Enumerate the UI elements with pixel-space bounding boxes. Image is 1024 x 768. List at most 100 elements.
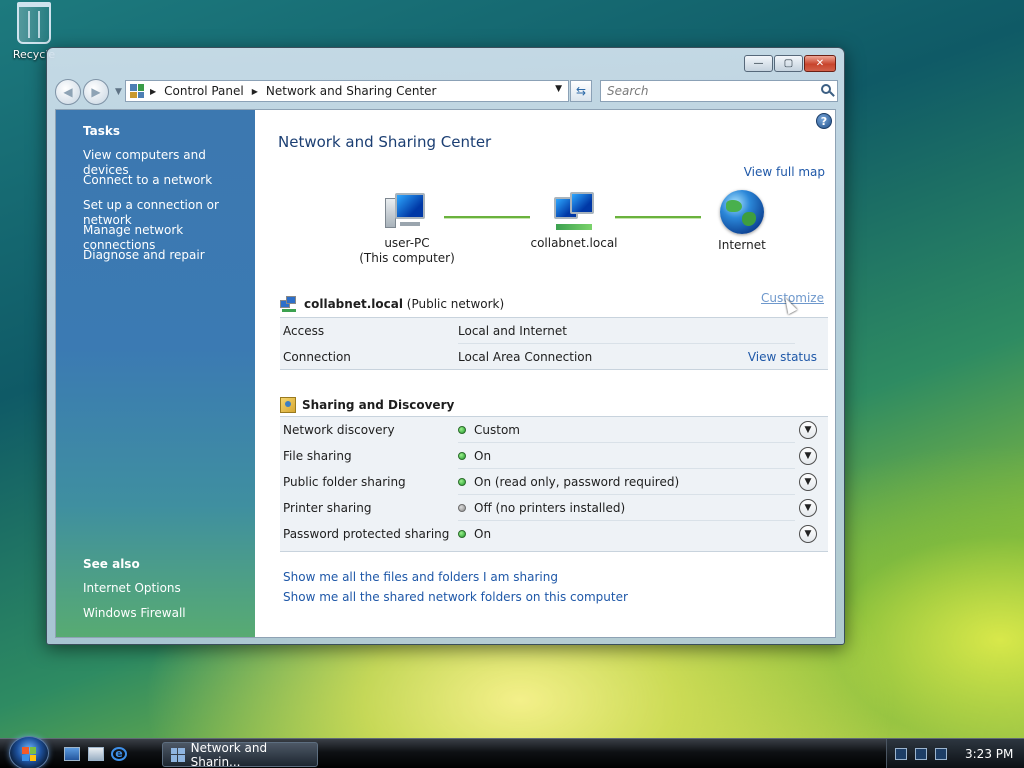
view-status-link[interactable]: View status bbox=[748, 344, 817, 370]
sidebar: Tasks View computers and devices Connect… bbox=[56, 110, 255, 637]
network-type: (Public network) bbox=[406, 297, 505, 311]
address-bar[interactable]: ▶ Control Panel ▶ Network and Sharing Ce… bbox=[125, 80, 569, 102]
sharing-row-printer: Printer sharing Off (no printers install… bbox=[280, 495, 828, 521]
network-row-connection: Connection Local Area Connection View st… bbox=[280, 344, 828, 370]
refresh-button[interactable]: ⇆ bbox=[570, 80, 592, 102]
globe-icon bbox=[720, 190, 764, 234]
recent-pages-dropdown-icon[interactable]: ▼ bbox=[115, 87, 122, 97]
status-off-icon bbox=[458, 504, 466, 512]
clock[interactable]: 3:23 PM bbox=[965, 747, 1013, 761]
status-on-icon bbox=[458, 426, 466, 434]
minimize-button[interactable]: — bbox=[744, 55, 773, 72]
control-panel-icon bbox=[130, 84, 144, 98]
status-on-icon bbox=[458, 530, 466, 538]
show-shared-folders-link[interactable]: Show me all the shared network folders o… bbox=[283, 590, 628, 604]
start-button[interactable] bbox=[9, 736, 49, 768]
network-name: collabnet.local bbox=[304, 297, 403, 311]
sharing-section-header: Sharing and Discovery bbox=[280, 397, 454, 413]
row-value-text: On (read only, password required) bbox=[474, 475, 680, 489]
status-on-icon bbox=[458, 478, 466, 486]
sharing-icon bbox=[280, 397, 296, 413]
main-panel: ? Network and Sharing Center View full m… bbox=[255, 110, 835, 637]
back-button[interactable]: ◀ bbox=[55, 79, 81, 105]
row-value-text: Off (no printers installed) bbox=[474, 501, 626, 515]
address-dropdown-icon[interactable]: ▼ bbox=[555, 84, 562, 94]
row-value-text: On bbox=[474, 449, 492, 463]
see-also-internet-options[interactable]: Internet Options bbox=[83, 581, 186, 606]
view-full-map-link[interactable]: View full map bbox=[744, 165, 825, 179]
row-value: Off (no printers installed) bbox=[458, 495, 625, 521]
pc-name-label: user-PC bbox=[384, 236, 430, 250]
security-tray-icon[interactable] bbox=[915, 748, 927, 760]
breadcrumb-network-sharing[interactable]: Network and Sharing Center bbox=[266, 84, 437, 98]
map-node-internet[interactable]: Internet bbox=[711, 190, 773, 253]
page-title: Network and Sharing Center bbox=[278, 133, 492, 151]
map-node-this-computer[interactable]: user-PC (This computer) bbox=[358, 192, 456, 266]
expand-chevron-button[interactable]: ▼ bbox=[799, 421, 817, 439]
tasks-heading: Tasks bbox=[83, 124, 121, 138]
show-desktop-icon[interactable] bbox=[64, 747, 80, 761]
row-key: Printer sharing bbox=[283, 501, 372, 515]
status-on-icon bbox=[458, 452, 466, 460]
maximize-button[interactable]: ▢ bbox=[774, 55, 803, 72]
row-key: Public folder sharing bbox=[283, 475, 406, 489]
breadcrumb-separator-icon[interactable]: ▶ bbox=[150, 87, 156, 96]
expand-chevron-button[interactable]: ▼ bbox=[799, 473, 817, 491]
expand-chevron-button[interactable]: ▼ bbox=[799, 447, 817, 465]
row-value-text: Custom bbox=[474, 423, 520, 437]
navigation-bar: ◀ ▶ ▼ ▶ Control Panel ▶ Network and Shar… bbox=[55, 79, 838, 105]
sharing-row-public-folder: Public folder sharing On (read only, pas… bbox=[280, 469, 828, 495]
caption-buttons: — ▢ ✕ bbox=[744, 55, 836, 72]
windows-logo-icon bbox=[22, 747, 36, 761]
search-placeholder: Search bbox=[607, 84, 649, 98]
task-view-computers[interactable]: View computers and devices bbox=[83, 148, 255, 177]
pc-sub-label: (This computer) bbox=[359, 251, 455, 265]
task-setup-connection[interactable]: Set up a connection or network bbox=[83, 198, 255, 227]
map-node-network[interactable]: collabnet.local bbox=[528, 192, 620, 251]
network-section-header: collabnet.local (Public network) bbox=[280, 296, 504, 312]
network-name-label: collabnet.local bbox=[530, 236, 618, 250]
volume-icon[interactable] bbox=[935, 748, 947, 760]
search-input[interactable]: Search bbox=[600, 80, 838, 102]
close-button[interactable]: ✕ bbox=[804, 55, 836, 72]
task-diagnose-repair[interactable]: Diagnose and repair bbox=[83, 248, 255, 273]
network-tray-icon[interactable] bbox=[895, 748, 907, 760]
row-value: Local and Internet bbox=[458, 324, 567, 338]
switch-windows-icon[interactable] bbox=[88, 747, 104, 761]
system-tray: 3:23 PM bbox=[886, 739, 1024, 768]
task-connect-network[interactable]: Connect to a network bbox=[83, 173, 255, 198]
sharing-row-file-sharing: File sharing On ▼ bbox=[280, 443, 828, 469]
internet-label: Internet bbox=[718, 238, 766, 252]
taskbar-window-button[interactable]: Network and Sharin... bbox=[162, 741, 318, 768]
row-key: Network discovery bbox=[283, 423, 395, 437]
forward-button[interactable]: ▶ bbox=[83, 79, 109, 105]
taskbar: e Network and Sharin... 3:23 PM bbox=[0, 736, 1024, 768]
task-manage-connections[interactable]: Manage network connections bbox=[83, 223, 255, 252]
network-row-access: Access Local and Internet bbox=[280, 318, 828, 344]
computer-icon bbox=[385, 192, 429, 232]
row-key: Access bbox=[283, 324, 325, 338]
window-client-area: Tasks View computers and devices Connect… bbox=[55, 109, 836, 638]
sharing-row-password-protected: Password protected sharing On ▼ bbox=[280, 521, 828, 547]
show-shared-files-link[interactable]: Show me all the files and folders I am s… bbox=[283, 570, 558, 584]
breadcrumb-control-panel[interactable]: Control Panel bbox=[164, 84, 244, 98]
internet-explorer-icon[interactable]: e bbox=[111, 747, 127, 761]
see-also-windows-firewall[interactable]: Windows Firewall bbox=[83, 606, 186, 631]
expand-chevron-button[interactable]: ▼ bbox=[799, 499, 817, 517]
search-icon[interactable] bbox=[821, 84, 831, 94]
breadcrumb-separator-icon[interactable]: ▶ bbox=[252, 87, 258, 96]
row-value: Local Area Connection bbox=[458, 350, 593, 364]
row-key: File sharing bbox=[283, 449, 352, 463]
expand-chevron-button[interactable]: ▼ bbox=[799, 525, 817, 543]
row-value: On (read only, password required) bbox=[458, 469, 679, 495]
map-link-line bbox=[615, 216, 701, 218]
row-key: Connection bbox=[283, 350, 351, 364]
network-details-table: Access Local and Internet Connection Loc… bbox=[280, 317, 828, 370]
sharing-table: Network discovery Custom ▼ File sharing … bbox=[280, 416, 828, 552]
trash-can-icon bbox=[17, 2, 51, 44]
network-icon bbox=[280, 296, 298, 312]
see-also-section: See also Internet Options Windows Firewa… bbox=[83, 557, 186, 631]
help-icon[interactable]: ? bbox=[816, 113, 832, 129]
see-also-heading: See also bbox=[83, 557, 140, 571]
row-value: On bbox=[458, 443, 491, 469]
